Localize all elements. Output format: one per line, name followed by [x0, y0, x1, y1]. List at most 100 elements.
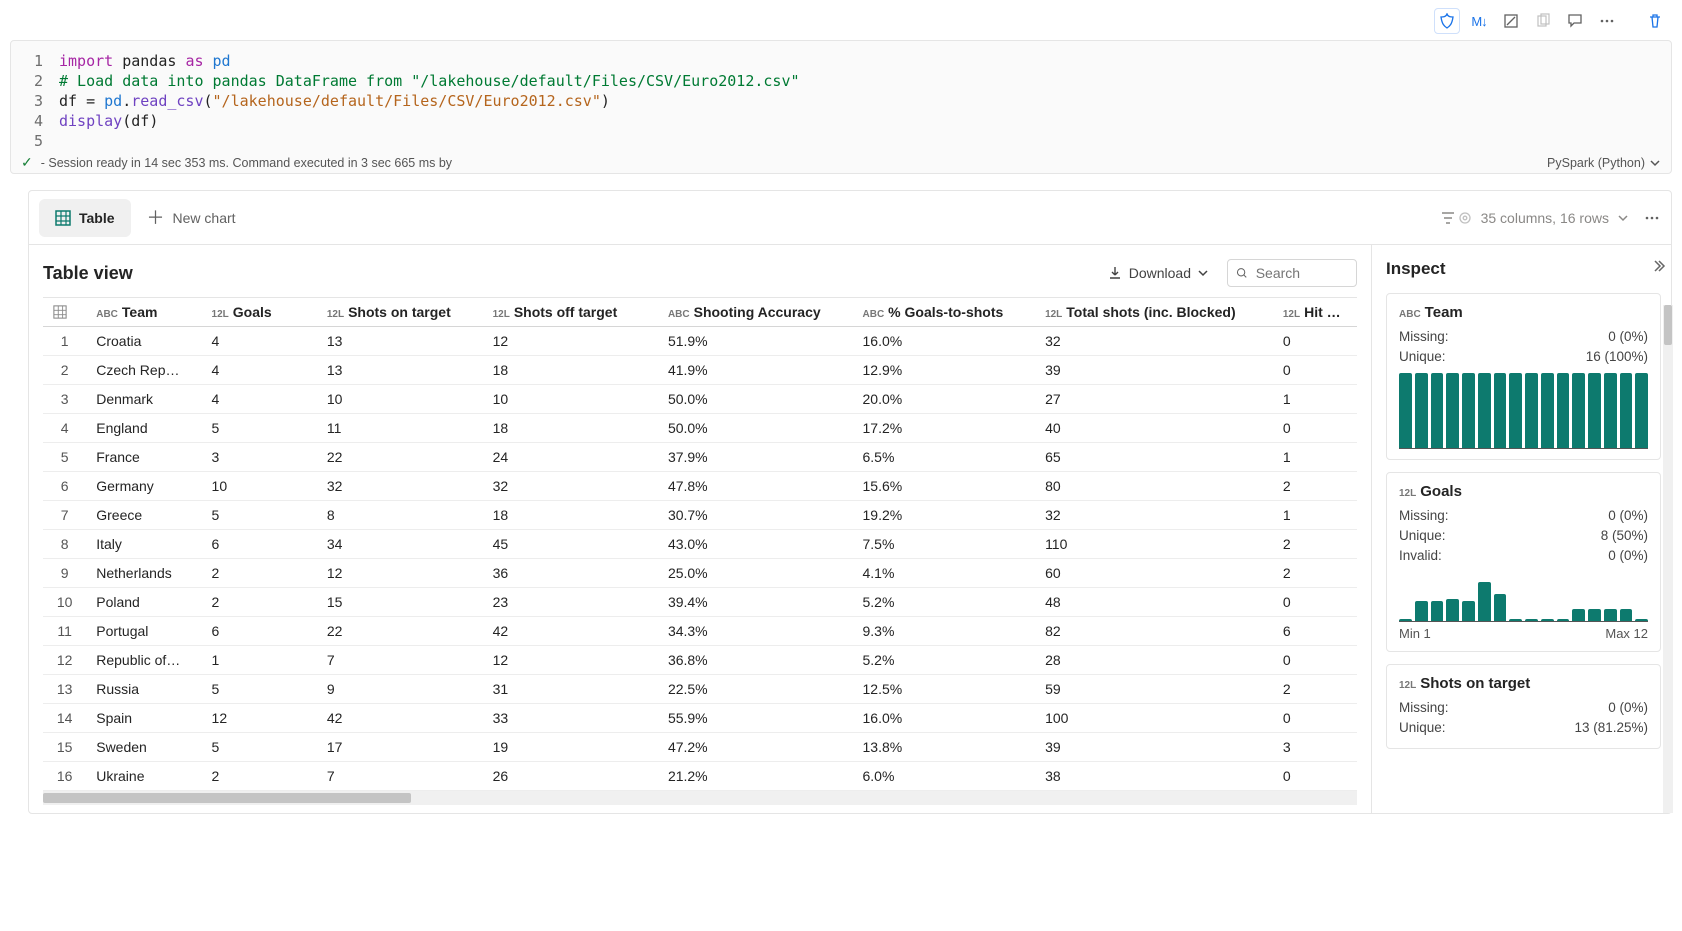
table-row[interactable]: 7Greece581830.7%19.2%321	[43, 501, 1357, 530]
table-cell: Ukraine	[86, 762, 201, 791]
tab-table[interactable]: Table	[39, 199, 131, 237]
table-cell: Croatia	[86, 327, 201, 356]
freeze-cell-icon[interactable]	[1498, 8, 1524, 34]
table-cell: 39	[1035, 356, 1273, 385]
column-header[interactable]: ABCShooting Accuracy	[658, 298, 853, 327]
output-panel: Table ＋ New chart 35 columns, 16 rows	[28, 190, 1672, 814]
table-cell: 22.5%	[658, 675, 853, 704]
table-cell: 0	[1273, 646, 1357, 675]
table-cell: 0	[1273, 704, 1357, 733]
table-cell: 3	[1273, 733, 1357, 762]
code-line[interactable]: 4display(df)	[25, 111, 1657, 131]
column-header[interactable]: ABC% Goals-to-shots	[853, 298, 1036, 327]
table-cell: 42	[483, 617, 658, 646]
table-cell: 11	[317, 414, 483, 443]
table-cell: 43.0%	[658, 530, 853, 559]
table-cell: 1	[1273, 385, 1357, 414]
table-cell: 4.1%	[853, 559, 1036, 588]
table-row[interactable]: 15Sweden5171947.2%13.8%393	[43, 733, 1357, 762]
table-row[interactable]: 2Czech Rep…4131841.9%12.9%390	[43, 356, 1357, 385]
table-cell: England	[86, 414, 201, 443]
table-cell: Italy	[86, 530, 201, 559]
table-cell: Netherlands	[86, 559, 201, 588]
table-cell: 12	[483, 646, 658, 675]
code-line[interactable]: 2# Load data into pandas DataFrame from …	[25, 71, 1657, 91]
table-cell: 5	[202, 675, 317, 704]
inspect-card-team[interactable]: ABCTeam Missing:0 (0%) Unique:16 (100%)	[1386, 293, 1661, 460]
table-cell: 31	[483, 675, 658, 704]
table-row[interactable]: 8Italy6344543.0%7.5%1102	[43, 530, 1357, 559]
table-row[interactable]: 14Spain12423355.9%16.0%1000	[43, 704, 1357, 733]
table-cell: 22	[317, 617, 483, 646]
table-row[interactable]: 4England5111850.0%17.2%400	[43, 414, 1357, 443]
column-header[interactable]: 12LTotal shots (inc. Blocked)	[1035, 298, 1273, 327]
table-row[interactable]: 5France3222437.9%6.5%651	[43, 443, 1357, 472]
convert-to-markdown-button[interactable]: M↓	[1466, 8, 1492, 34]
table-cell: 32	[483, 472, 658, 501]
table-row[interactable]: 10Poland2152339.4%5.2%480	[43, 588, 1357, 617]
code-line[interactable]: 5	[25, 131, 1657, 151]
code-cell[interactable]: 1import pandas as pd2# Load data into pa…	[10, 40, 1672, 174]
table-cell: 59	[1035, 675, 1273, 704]
table-row[interactable]: 9Netherlands2123625.0%4.1%602	[43, 559, 1357, 588]
table-cell: 5	[202, 414, 317, 443]
language-selector[interactable]: PySpark (Python)	[1547, 156, 1661, 170]
delete-cell-icon[interactable]	[1642, 8, 1668, 34]
columns-rows-selector[interactable]: 35 columns, 16 rows	[1457, 210, 1629, 226]
comment-icon[interactable]	[1562, 8, 1588, 34]
table-cell: 50.0%	[658, 385, 853, 414]
table-cell: 19.2%	[853, 501, 1036, 530]
inspect-panel: Inspect ABCTeam Missing:0 (0%) Unique:16…	[1371, 245, 1671, 813]
inspect-scrollbar[interactable]	[1663, 305, 1673, 813]
table-cell: 20.0%	[853, 385, 1036, 414]
table-cell: 4	[202, 356, 317, 385]
search-input-wrapper[interactable]	[1227, 259, 1357, 287]
column-header[interactable]: 12LHit Woodwork	[1273, 298, 1357, 327]
output-more-icon[interactable]	[1643, 209, 1661, 227]
column-header[interactable]: ABCTeam	[86, 298, 201, 327]
collapse-inspect-icon[interactable]	[1649, 257, 1667, 275]
column-header[interactable]: 12LShots on target	[317, 298, 483, 327]
data-wrangler-icon[interactable]	[1434, 8, 1460, 34]
table-cell: 22	[317, 443, 483, 472]
horizontal-scrollbar[interactable]	[43, 791, 1357, 805]
table-cell: 0	[1273, 588, 1357, 617]
table-cell: 48	[1035, 588, 1273, 617]
table-view-title: Table view	[43, 263, 133, 284]
table-cell: 18	[483, 501, 658, 530]
table-row[interactable]: 3Denmark4101050.0%20.0%271	[43, 385, 1357, 414]
table-cell: 2	[202, 559, 317, 588]
inspect-chart-goals	[1399, 572, 1648, 622]
table-cell: 60	[1035, 559, 1273, 588]
inspect-card-goals[interactable]: 12LGoals Missing:0 (0%) Unique:8 (50%) I…	[1386, 472, 1661, 652]
table-row[interactable]: 13Russia593122.5%12.5%592	[43, 675, 1357, 704]
column-header[interactable]: 12LGoals	[202, 298, 317, 327]
tab-new-chart[interactable]: ＋ New chart	[131, 199, 252, 237]
more-options-icon[interactable]	[1594, 8, 1620, 34]
filter-icon[interactable]	[1439, 209, 1457, 227]
table-cell: 47.8%	[658, 472, 853, 501]
inspect-card-shots[interactable]: 12LShots on target Missing:0 (0%) Unique…	[1386, 664, 1661, 749]
table-cell: 12.5%	[853, 675, 1036, 704]
table-cell: 39	[1035, 733, 1273, 762]
table-cell: 55.9%	[658, 704, 853, 733]
table-row[interactable]: 6Germany10323247.8%15.6%802	[43, 472, 1357, 501]
status-text: - Session ready in 14 sec 353 ms. Comman…	[41, 156, 452, 170]
table-cell: 5	[202, 733, 317, 762]
row-number-header[interactable]	[43, 298, 86, 327]
search-input[interactable]	[1254, 264, 1348, 282]
table-row[interactable]: 11Portugal6224234.3%9.3%826	[43, 617, 1357, 646]
table-row[interactable]: 12Republic of…171236.8%5.2%280	[43, 646, 1357, 675]
table-cell: France	[86, 443, 201, 472]
success-check-icon: ✓	[21, 154, 33, 171]
table-row[interactable]: 1Croatia4131251.9%16.0%320	[43, 327, 1357, 356]
table-cell: 65	[1035, 443, 1273, 472]
table-row[interactable]: 16Ukraine272621.2%6.0%380	[43, 762, 1357, 791]
code-line[interactable]: 1import pandas as pd	[25, 51, 1657, 71]
copy-cell-icon[interactable]	[1530, 8, 1556, 34]
code-line[interactable]: 3df = pd.read_csv("/lakehouse/default/Fi…	[25, 91, 1657, 111]
column-header[interactable]: 12LShots off target	[483, 298, 658, 327]
table-cell: 12	[317, 559, 483, 588]
download-button[interactable]: Download	[1099, 261, 1217, 285]
table-cell: 82	[1035, 617, 1273, 646]
